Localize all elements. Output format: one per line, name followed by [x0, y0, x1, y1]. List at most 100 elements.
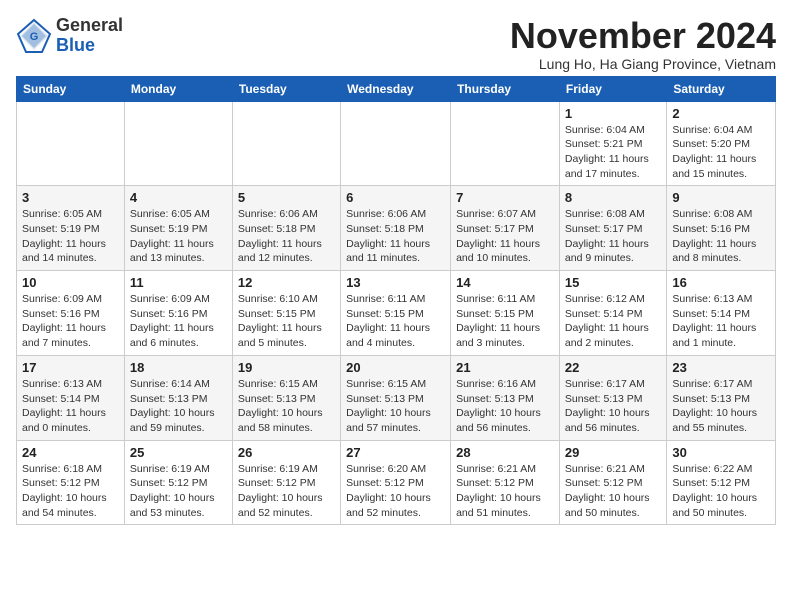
calendar-cell: 14 Sunrise: 6:11 AM Sunset: 5:15 PM Dayli… — [451, 271, 560, 356]
day-number: 3 — [22, 190, 119, 205]
calendar-cell — [232, 101, 340, 186]
calendar-week-4: 17 Sunrise: 6:13 AM Sunset: 5:14 PM Dayli… — [17, 355, 776, 440]
day-info: Sunrise: 6:09 AM Sunset: 5:16 PM Dayligh… — [22, 292, 119, 351]
day-number: 16 — [672, 275, 770, 290]
day-number: 12 — [238, 275, 335, 290]
calendar-cell — [17, 101, 125, 186]
calendar-cell: 18 Sunrise: 6:14 AM Sunset: 5:13 PM Dayli… — [124, 355, 232, 440]
weekday-header-friday: Friday — [559, 76, 666, 101]
calendar-cell: 17 Sunrise: 6:13 AM Sunset: 5:14 PM Dayli… — [17, 355, 125, 440]
day-info: Sunrise: 6:17 AM Sunset: 5:13 PM Dayligh… — [565, 377, 661, 436]
day-number: 17 — [22, 360, 119, 375]
day-info: Sunrise: 6:04 AM Sunset: 5:21 PM Dayligh… — [565, 123, 661, 182]
calendar-cell: 19 Sunrise: 6:15 AM Sunset: 5:13 PM Dayli… — [232, 355, 340, 440]
calendar-cell: 7 Sunrise: 6:07 AM Sunset: 5:17 PM Daylig… — [451, 186, 560, 271]
logo-blue: Blue — [56, 36, 123, 56]
calendar-cell: 3Sunrise: 6:05 AM Sunset: 5:19 PM Daylig… — [17, 186, 125, 271]
weekday-header-monday: Monday — [124, 76, 232, 101]
day-info: Sunrise: 6:04 AM Sunset: 5:20 PM Dayligh… — [672, 123, 770, 182]
calendar-cell: 28 Sunrise: 6:21 AM Sunset: 5:12 PM Dayli… — [451, 440, 560, 525]
calendar-cell: 16 Sunrise: 6:13 AM Sunset: 5:14 PM Dayli… — [667, 271, 776, 356]
day-number: 29 — [565, 445, 661, 460]
day-number: 19 — [238, 360, 335, 375]
day-info: Sunrise: 6:21 AM Sunset: 5:12 PM Dayligh… — [456, 462, 554, 521]
day-number: 9 — [672, 190, 770, 205]
calendar-cell: 8Sunrise: 6:08 AM Sunset: 5:17 PM Daylig… — [559, 186, 666, 271]
calendar-cell: 23 Sunrise: 6:17 AM Sunset: 5:13 PM Dayli… — [667, 355, 776, 440]
day-info: Sunrise: 6:13 AM Sunset: 5:14 PM Dayligh… — [22, 377, 119, 436]
calendar-cell: 5Sunrise: 6:06 AM Sunset: 5:18 PM Daylig… — [232, 186, 340, 271]
calendar-cell: 24 Sunrise: 6:18 AM Sunset: 5:12 PM Dayli… — [17, 440, 125, 525]
calendar-cell: 10Sunrise: 6:09 AM Sunset: 5:16 PM Dayli… — [17, 271, 125, 356]
day-info: Sunrise: 6:18 AM Sunset: 5:12 PM Dayligh… — [22, 462, 119, 521]
location: Lung Ho, Ha Giang Province, Vietnam — [510, 56, 776, 72]
day-info: Sunrise: 6:06 AM Sunset: 5:18 PM Dayligh… — [238, 207, 335, 266]
day-number: 11 — [130, 275, 227, 290]
weekday-header-saturday: Saturday — [667, 76, 776, 101]
calendar-week-2: 3 Sunrise: 6:05 AM Sunset: 5:19 PM Daylig… — [17, 186, 776, 271]
day-number: 28 — [456, 445, 554, 460]
weekday-header-wednesday: Wednesday — [341, 76, 451, 101]
day-number: 6 — [346, 190, 445, 205]
day-info: Sunrise: 6:10 AM Sunset: 5:15 PM Dayligh… — [238, 292, 335, 351]
weekday-header-sunday: Sunday — [17, 76, 125, 101]
day-number: 14 — [456, 275, 554, 290]
day-info: Sunrise: 6:14 AM Sunset: 5:13 PM Dayligh… — [130, 377, 227, 436]
month-title: November 2024 — [510, 16, 776, 56]
calendar-cell — [451, 101, 560, 186]
day-info: Sunrise: 6:15 AM Sunset: 5:13 PM Dayligh… — [238, 377, 335, 436]
day-info: Sunrise: 6:17 AM Sunset: 5:13 PM Dayligh… — [672, 377, 770, 436]
calendar-cell: 13Sunrise: 6:11 AM Sunset: 5:15 PM Dayli… — [341, 271, 451, 356]
calendar-week-3: 10Sunrise: 6:09 AM Sunset: 5:16 PM Dayli… — [17, 271, 776, 356]
calendar-cell: 27 Sunrise: 6:20 AM Sunset: 5:12 PM Dayli… — [341, 440, 451, 525]
day-info: Sunrise: 6:21 AM Sunset: 5:12 PM Dayligh… — [565, 462, 661, 521]
day-number: 30 — [672, 445, 770, 460]
calendar-cell: 20 Sunrise: 6:15 AM Sunset: 5:13 PM Dayli… — [341, 355, 451, 440]
day-number: 27 — [346, 445, 445, 460]
calendar-cell: 29 Sunrise: 6:21 AM Sunset: 5:12 PM Dayli… — [559, 440, 666, 525]
day-info: Sunrise: 6:13 AM Sunset: 5:14 PM Dayligh… — [672, 292, 770, 351]
day-info: Sunrise: 6:19 AM Sunset: 5:12 PM Dayligh… — [130, 462, 227, 521]
calendar-cell: 30Sunrise: 6:22 AM Sunset: 5:12 PM Dayli… — [667, 440, 776, 525]
calendar-cell: 9 Sunrise: 6:08 AM Sunset: 5:16 PM Daylig… — [667, 186, 776, 271]
logo-icon: G — [16, 18, 52, 54]
day-number: 26 — [238, 445, 335, 460]
calendar-cell: 6 Sunrise: 6:06 AM Sunset: 5:18 PM Daylig… — [341, 186, 451, 271]
day-number: 22 — [565, 360, 661, 375]
day-info: Sunrise: 6:11 AM Sunset: 5:15 PM Dayligh… — [456, 292, 554, 351]
calendar-cell — [341, 101, 451, 186]
day-number: 15 — [565, 275, 661, 290]
day-info: Sunrise: 6:09 AM Sunset: 5:16 PM Dayligh… — [130, 292, 227, 351]
day-number: 25 — [130, 445, 227, 460]
day-info: Sunrise: 6:19 AM Sunset: 5:12 PM Dayligh… — [238, 462, 335, 521]
calendar-cell: 4 Sunrise: 6:05 AM Sunset: 5:19 PM Daylig… — [124, 186, 232, 271]
day-number: 2 — [672, 106, 770, 121]
day-info: Sunrise: 6:12 AM Sunset: 5:14 PM Dayligh… — [565, 292, 661, 351]
weekday-header-tuesday: Tuesday — [232, 76, 340, 101]
day-number: 18 — [130, 360, 227, 375]
day-number: 24 — [22, 445, 119, 460]
day-number: 1 — [565, 106, 661, 121]
calendar-cell: 2 Sunrise: 6:04 AM Sunset: 5:20 PM Daylig… — [667, 101, 776, 186]
day-info: Sunrise: 6:16 AM Sunset: 5:13 PM Dayligh… — [456, 377, 554, 436]
svg-text:G: G — [30, 31, 39, 43]
day-number: 7 — [456, 190, 554, 205]
day-info: Sunrise: 6:05 AM Sunset: 5:19 PM Dayligh… — [130, 207, 227, 266]
day-number: 23 — [672, 360, 770, 375]
day-number: 8 — [565, 190, 661, 205]
day-info: Sunrise: 6:20 AM Sunset: 5:12 PM Dayligh… — [346, 462, 445, 521]
day-info: Sunrise: 6:15 AM Sunset: 5:13 PM Dayligh… — [346, 377, 445, 436]
day-info: Sunrise: 6:08 AM Sunset: 5:16 PM Dayligh… — [672, 207, 770, 266]
day-number: 4 — [130, 190, 227, 205]
calendar-cell: 1 Sunrise: 6:04 AM Sunset: 5:21 PM Daylig… — [559, 101, 666, 186]
day-info: Sunrise: 6:07 AM Sunset: 5:17 PM Dayligh… — [456, 207, 554, 266]
page-header: G General Blue November 2024 Lung Ho, Ha… — [16, 16, 776, 72]
day-number: 20 — [346, 360, 445, 375]
logo-general: General — [56, 16, 123, 36]
day-info: Sunrise: 6:06 AM Sunset: 5:18 PM Dayligh… — [346, 207, 445, 266]
day-number: 21 — [456, 360, 554, 375]
title-block: November 2024 Lung Ho, Ha Giang Province… — [510, 16, 776, 72]
calendar-week-5: 24 Sunrise: 6:18 AM Sunset: 5:12 PM Dayli… — [17, 440, 776, 525]
day-number: 13 — [346, 275, 445, 290]
logo-text: General Blue — [56, 16, 123, 56]
